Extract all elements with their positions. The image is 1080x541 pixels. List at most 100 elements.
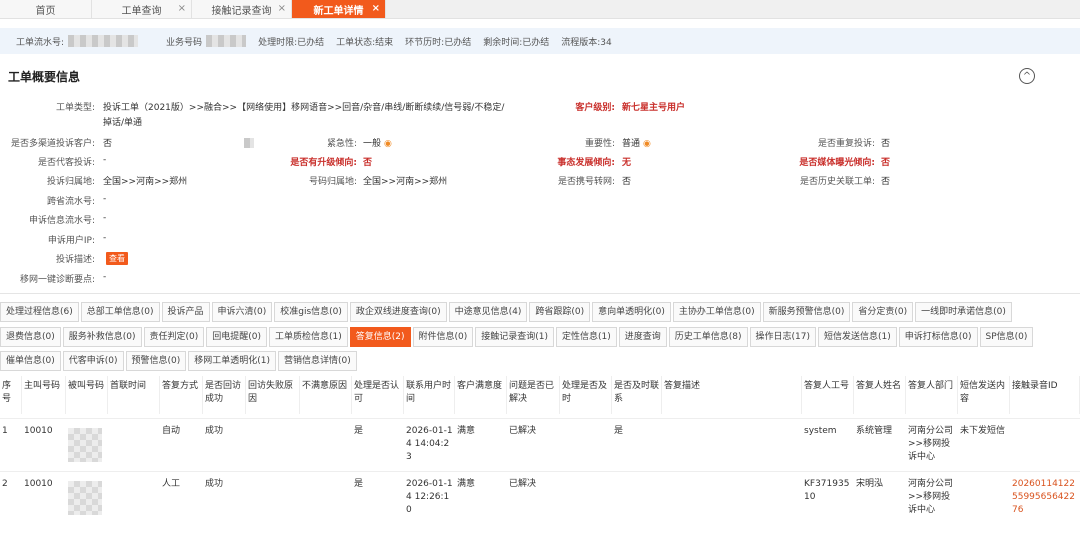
close-icon[interactable]: × <box>372 3 380 14</box>
table-cell: 人工 <box>162 479 181 489</box>
detail-tab[interactable]: 省分定责(0) <box>852 302 914 322</box>
detail-tab[interactable]: 退费信息(0) <box>0 327 61 347</box>
field-value: 全国>>河南>>郑州 <box>363 177 448 187</box>
field-label: 申诉信息流水号: <box>28 216 95 226</box>
detail-tab[interactable]: 申诉打标信息(0) <box>898 327 978 347</box>
remain-text: 剩余时间:已办结 <box>483 37 550 48</box>
table-cell: 2026-01-14 12:26:10 <box>406 479 453 515</box>
tab-ticket-query[interactable]: 工单查询 × <box>92 0 192 18</box>
customer-level-value: 新七星主号用户 <box>622 103 686 113</box>
detail-tab[interactable]: 跨省跟踪(0) <box>529 302 591 322</box>
column-header: 不满意原因 <box>300 376 352 414</box>
detail-tab[interactable]: 主协办工单信息(0) <box>672 302 761 322</box>
detail-tab[interactable]: 定性信息(1) <box>556 327 617 347</box>
table-cell <box>958 476 1010 480</box>
close-icon[interactable]: × <box>278 3 286 14</box>
table-cell[interactable] <box>1010 423 1080 427</box>
detail-tab[interactable]: 服务补救信息(0) <box>62 327 142 347</box>
table-cell: KF37193510 <box>804 479 850 502</box>
detail-tab[interactable]: 移网工单透明化(1) <box>188 351 276 371</box>
detail-tab[interactable]: 责任判定(0) <box>143 327 205 347</box>
detail-tab[interactable]: 操作日志(17) <box>749 327 816 347</box>
masked-business-number <box>206 35 247 47</box>
field-value: 否 <box>363 158 373 168</box>
detail-tab[interactable]: 答复信息(2) <box>349 327 411 347</box>
field-label: 移网一键诊断要点: <box>19 275 95 285</box>
field-label: 投诉归属地: <box>46 177 95 187</box>
table-cell: 系统管理 <box>856 426 893 436</box>
ticket-info-strip: 工单流水号: 业务号码 处理时限:已办结 工单状态:结束 环节历时:已办结 剩余… <box>0 28 1080 54</box>
tab-label: 首页 <box>35 5 56 17</box>
detail-tab[interactable]: 预警信息(0) <box>125 351 187 371</box>
detail-tab[interactable]: 校准gis信息(0) <box>274 302 348 322</box>
table-cell <box>300 423 352 427</box>
table-cell <box>560 423 612 427</box>
detail-tab[interactable]: 附件信息(0) <box>412 327 474 347</box>
type-value: 投诉工单（2021版）>>融合>>【网络使用】移网语音>>回音/杂音/串线/断断… <box>103 103 505 113</box>
business-label: 业务号码 <box>166 37 203 48</box>
tab-new-ticket-detail[interactable]: 新工单详情 × <box>292 0 386 18</box>
table-cell <box>246 423 300 427</box>
detail-tab[interactable]: 一线即时承诺信息(0) <box>915 302 1012 322</box>
detail-tab[interactable]: 政企双线进度查询(0) <box>349 302 447 322</box>
overview-row-type-cont: 掉话/单通 <box>0 115 1080 129</box>
detail-tab[interactable]: 处理过程信息(6) <box>0 302 79 322</box>
detail-tab[interactable]: 工单质检信息(1) <box>269 327 348 347</box>
table-cell: 10010 <box>24 479 53 489</box>
table-cell: 已解决 <box>509 479 537 489</box>
table-row[interactable]: 1 10010 自动 成功 是 2026-01-14 14:04:23 满意 已解决 是 syst… <box>0 418 1080 470</box>
table-cell: 已解决 <box>509 426 537 436</box>
detail-tab[interactable]: 总部工单信息(0) <box>80 302 160 322</box>
detail-tab[interactable]: 回电提醒(0) <box>206 327 267 347</box>
field-label: 是否多渠道投诉客户: <box>10 139 95 149</box>
masked-serial <box>68 35 139 47</box>
detail-tab[interactable]: 意向单透明化(0) <box>592 302 671 322</box>
detail-tab[interactable]: 申诉六清(0) <box>211 302 273 322</box>
column-header: 序号 <box>0 376 22 414</box>
detail-tabs-row-3: 催单信息(0) 代客申诉(0) 预警信息(0) 移网工单透明化(1) 营销信息详情(0) <box>0 351 1080 371</box>
table-cell: 自动 <box>162 426 181 436</box>
field-label: 是否携号转网: <box>557 177 615 187</box>
serial-label: 工单流水号: <box>16 37 65 48</box>
table-cell: 2 <box>2 479 8 489</box>
detail-tab[interactable]: 营销信息详情(0) <box>278 351 357 371</box>
detail-tab[interactable]: 接触记录查询(1) <box>475 327 554 347</box>
view-description-button[interactable]: 查看 <box>106 252 128 265</box>
detail-tab[interactable]: 催单信息(0) <box>0 351 61 371</box>
collapse-icon[interactable]: ^ <box>1019 68 1035 84</box>
table-cell[interactable]: 202601141225599565642276 <box>1010 476 1080 519</box>
eye-icon[interactable]: ◉ <box>643 139 651 149</box>
detail-tabs-row-1: 处理过程信息(6) 总部工单信息(0) 投诉产品 申诉六清(0) 校准gis信息(0) 政… <box>0 302 1080 322</box>
tab-home[interactable]: 首页 <box>0 0 92 18</box>
field-label: 投诉描述: <box>55 255 95 265</box>
table-row[interactable]: 2 10010 人工 成功 是 2026-01-14 12:26:10 满意 已解决 KF371… <box>0 471 1080 523</box>
tab-label: 接触记录查询 <box>211 5 272 17</box>
close-icon[interactable]: × <box>178 3 186 14</box>
masked-called-number <box>68 428 102 462</box>
detail-tab[interactable]: 代客申诉(0) <box>62 351 124 371</box>
field-value: 否 <box>881 139 891 149</box>
field-value: - <box>103 155 107 165</box>
field-value: - <box>103 213 107 223</box>
field-value: 否 <box>881 158 891 168</box>
field-label: 重要性: <box>584 139 615 149</box>
field-label: 是否历史关联工单: <box>799 177 875 187</box>
detail-tab[interactable]: 中途意见信息(4) <box>448 302 528 322</box>
detail-tab[interactable]: 短信发送信息(1) <box>818 327 897 347</box>
column-header: 客户满意度 <box>455 376 507 414</box>
overview-row-7: 投诉描述: 查看 <box>0 252 1080 266</box>
tab-label: 新工单详情 <box>313 5 364 17</box>
field-value: 一般 ◉ <box>363 136 392 149</box>
table-cell: 是 <box>354 479 364 489</box>
top-tab-bar: 首页 工单查询 × 接触记录查询 × 新工单详情 × <box>0 0 1080 19</box>
field-value: 否 <box>103 139 113 149</box>
detail-tab[interactable]: 历史工单信息(8) <box>668 327 748 347</box>
detail-tab[interactable]: 投诉产品 <box>161 302 210 322</box>
detail-tab[interactable]: 新服务预警信息(0) <box>762 302 851 322</box>
eye-icon[interactable]: ◉ <box>384 139 392 149</box>
detail-tab[interactable]: 进度查询 <box>618 327 667 347</box>
column-header: 答复方式 <box>160 376 203 414</box>
table-cell: 满意 <box>457 479 476 489</box>
detail-tab[interactable]: SP信息(0) <box>979 327 1034 347</box>
tab-contact-query[interactable]: 接触记录查询 × <box>192 0 292 18</box>
